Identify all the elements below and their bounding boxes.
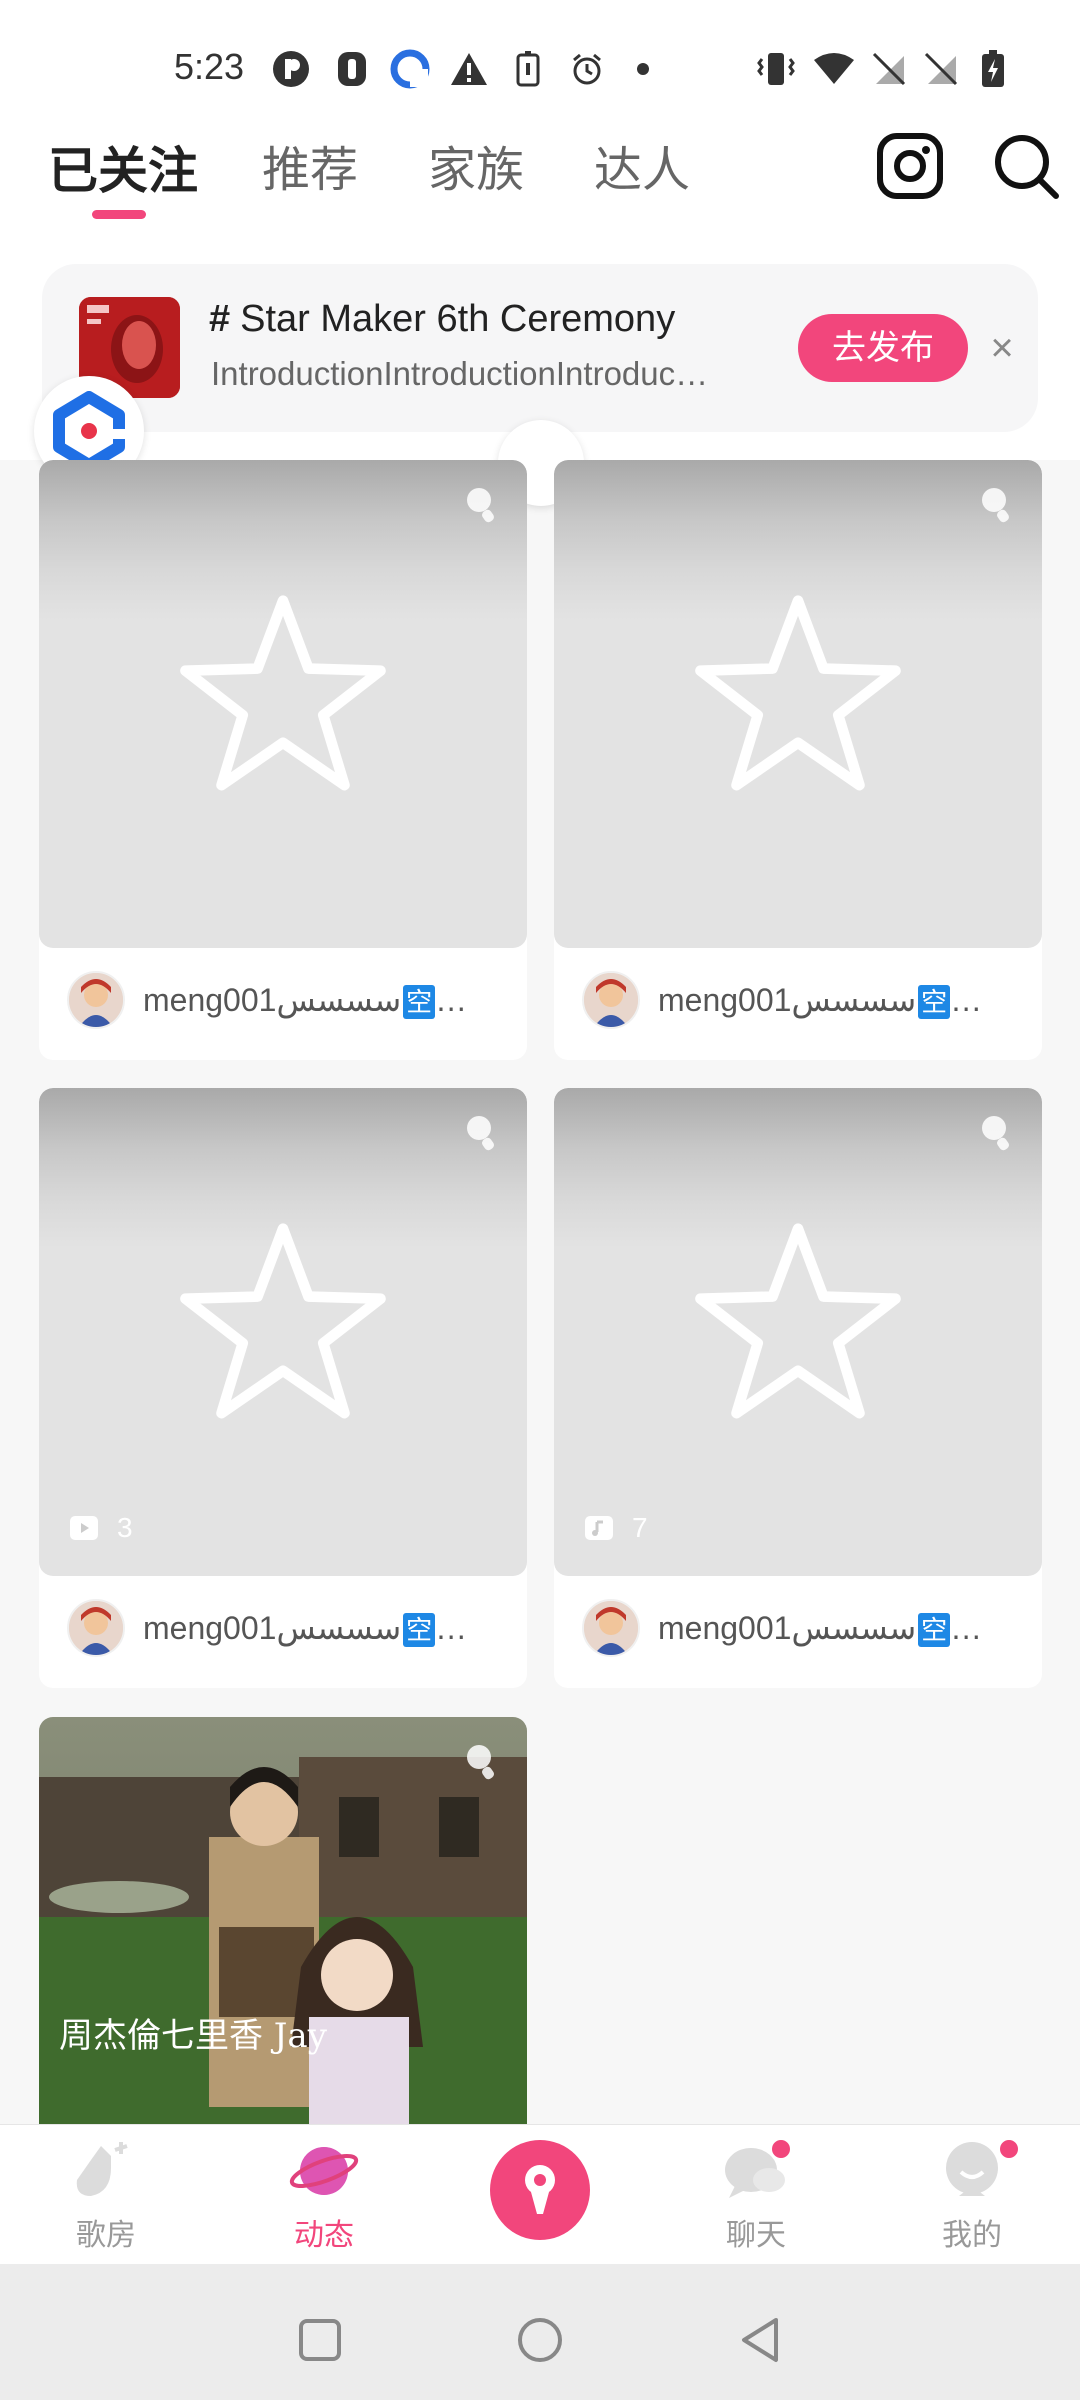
chat-notification-badge: [770, 2138, 792, 2160]
video-icon: [70, 1516, 98, 1540]
no-sim-icon: [924, 50, 958, 88]
card-author[interactable]: meng001سسسس 空…: [582, 1598, 982, 1658]
no-sim-icon: [872, 50, 906, 88]
card-placeholder-image: 3: [39, 1088, 527, 1576]
recents-square-icon[interactable]: [290, 2310, 350, 2370]
dot-icon: [636, 50, 650, 88]
feed-card[interactable]: meng001سسسس 空…: [39, 460, 527, 1060]
star-icon: [180, 1223, 386, 1419]
tab-family[interactable]: 家族: [428, 130, 524, 212]
avatar[interactable]: [67, 1599, 125, 1657]
hashtag-icon: #: [209, 298, 231, 340]
alarm-icon: [570, 50, 604, 88]
nav-song-room-icon[interactable]: [46, 2140, 166, 2207]
profile-notification-badge: [998, 2138, 1020, 2160]
nav-label-chat[interactable]: 聊天: [696, 2210, 816, 2254]
star-icon: [695, 595, 901, 791]
active-tab-indicator: [92, 210, 146, 219]
banner-title: # Star Maker 6th Ceremony: [209, 298, 675, 341]
feed-card[interactable]: meng001سسسس 空…: [554, 460, 1042, 1060]
mic-icon: [467, 1116, 494, 1151]
mic-icon: [467, 1745, 494, 1780]
nav-feed-planet-icon[interactable]: [264, 2140, 384, 2207]
wifi-icon: [812, 50, 856, 88]
nav-label-song-room[interactable]: 歌房: [46, 2210, 166, 2254]
app-blue-icon: [390, 49, 430, 89]
card-author[interactable]: meng001سسسس 空…: [582, 970, 982, 1030]
card-author[interactable]: meng001سسسس 空…: [67, 1598, 467, 1658]
username: meng001سسسس 空…: [658, 1609, 983, 1648]
mic-icon: [982, 488, 1009, 523]
username: meng001سسسس 空…: [143, 981, 468, 1020]
battery-charging-icon: [980, 50, 1006, 88]
status-bar: 5:23: [0, 0, 1080, 130]
status-time: 5:23: [174, 46, 245, 87]
feed-card[interactable]: 7 meng001سسسس 空…: [554, 1088, 1042, 1688]
instagram-icon[interactable]: [874, 130, 946, 202]
media-count: 3: [69, 1512, 133, 1544]
app-p-icon: [272, 50, 310, 88]
search-icon[interactable]: [990, 130, 1062, 202]
battery-saver-icon: [516, 50, 540, 88]
card-placeholder-image: [39, 460, 527, 948]
nav-label-profile[interactable]: 我的: [912, 2210, 1032, 2254]
nav-label-feed[interactable]: 动态: [264, 2210, 384, 2254]
vibrate-icon: [756, 50, 796, 88]
music-note-icon: [585, 1516, 613, 1540]
banner-description: IntroductionIntroductionIntroduc…: [211, 355, 709, 392]
star-icon: [180, 595, 386, 791]
avatar[interactable]: [582, 1599, 640, 1657]
avatar[interactable]: [67, 971, 125, 1029]
home-circle-icon[interactable]: [510, 2310, 570, 2370]
feed-card-photo[interactable]: 周杰倫七里香 Jay: [39, 1717, 527, 2127]
tab-following[interactable]: 已关注: [48, 130, 198, 212]
star-icon: [695, 1223, 901, 1419]
media-count: 7: [584, 1512, 648, 1544]
top-navigation: 已关注 推荐 家族 达人: [0, 130, 1080, 250]
back-triangle-icon[interactable]: [730, 2310, 790, 2370]
card-author[interactable]: meng001سسسس 空…: [67, 970, 467, 1030]
sing-mic-button[interactable]: [490, 2140, 590, 2240]
mic-icon: [982, 1116, 1009, 1151]
tab-recommended[interactable]: 推荐: [262, 130, 358, 212]
card-placeholder-image: [554, 460, 1042, 948]
username: meng001سسسس 空…: [143, 1609, 468, 1648]
photo-caption: 周杰倫七里香 Jay: [59, 2016, 328, 2056]
close-icon[interactable]: ×: [984, 326, 1020, 370]
app-shield-icon: [336, 50, 368, 88]
nav-chat-icon[interactable]: [696, 2140, 816, 2207]
feed-card[interactable]: 3 meng001سسسس 空…: [39, 1088, 527, 1688]
card-placeholder-image: 7: [554, 1088, 1042, 1576]
tab-experts[interactable]: 达人: [594, 130, 690, 212]
mic-icon: [467, 488, 494, 523]
warning-icon: [450, 50, 488, 88]
banner-title-text: Star Maker 6th Ceremony: [240, 298, 676, 340]
album-cover-image: 周杰倫七里香 Jay: [39, 1717, 527, 2127]
avatar[interactable]: [582, 971, 640, 1029]
publish-button[interactable]: 去发布: [798, 314, 968, 382]
username: meng001سسسس 空…: [658, 981, 983, 1020]
microphone-icon: [525, 2165, 555, 2214]
